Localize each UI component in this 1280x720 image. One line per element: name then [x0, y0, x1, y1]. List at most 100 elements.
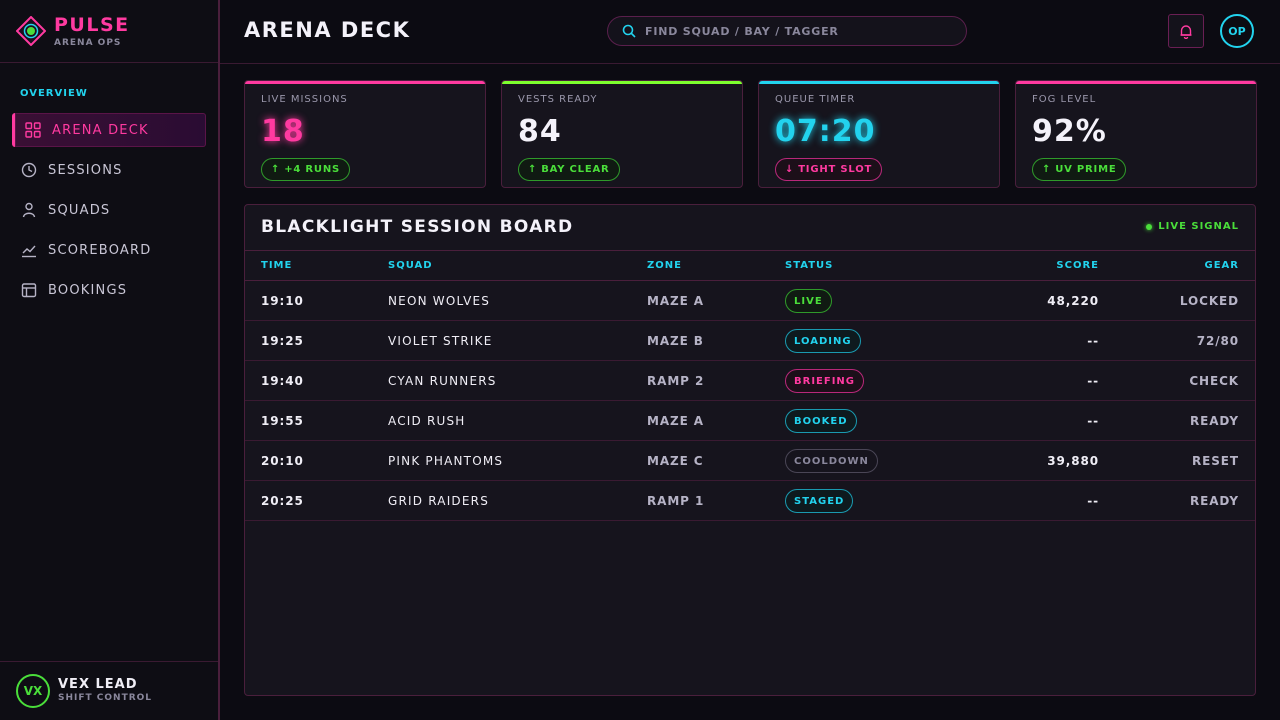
table-row[interactable]: 19:25 VIOLET STRIKE MAZE B LOADING -- 72… — [245, 321, 1255, 361]
live-signal-label: LIVE SIGNAL — [1158, 221, 1239, 232]
stat-card-live-missions: LIVE MISSIONS 18 ↑ +4 RUNS — [244, 80, 486, 188]
grid-icon — [24, 121, 42, 139]
column-header-status[interactable]: STATUS — [785, 260, 833, 271]
cell-score: 48,220 — [1047, 294, 1099, 308]
sidebar-item-sessions[interactable]: SESSIONS — [12, 153, 206, 187]
stat-card-queue-timer: QUEUE TIMER 07:20 ↓ TIGHT SLOT — [758, 80, 1000, 188]
search-icon — [622, 24, 636, 38]
column-header-gear[interactable]: GEAR — [1205, 260, 1239, 271]
cell-zone: RAMP 2 — [647, 374, 705, 388]
stat-label: VESTS READY — [518, 94, 598, 105]
search-bar[interactable] — [607, 16, 967, 46]
card-accent-bar — [245, 81, 485, 84]
cell-gear: RESET — [1192, 454, 1239, 468]
stat-badge: ↓ TIGHT SLOT — [775, 158, 883, 181]
stat-card-fog-level: FOG LEVEL 92% ↑ UV PRIME — [1015, 80, 1257, 188]
cell-squad: ACID RUSH — [388, 414, 466, 428]
notifications-button[interactable] — [1168, 14, 1204, 48]
stat-badge: ↑ BAY CLEAR — [518, 158, 620, 181]
stat-badge-label: UV PRIME — [1055, 164, 1117, 175]
table-row[interactable]: 19:40 CYAN RUNNERS RAMP 2 BRIEFING -- CH… — [245, 361, 1255, 401]
avatar: VX — [16, 674, 50, 708]
pulse-logo-icon — [16, 16, 46, 46]
stat-label: FOG LEVEL — [1032, 94, 1097, 105]
stat-label: QUEUE TIMER — [775, 94, 856, 105]
sidebar-item-bookings[interactable]: BOOKINGS — [12, 273, 206, 307]
brand[interactable]: PULSE ARENA OPS — [16, 14, 206, 50]
stat-label: LIVE MISSIONS — [261, 94, 348, 105]
column-header-score[interactable]: SCORE — [1056, 260, 1099, 271]
stat-badge-label: BAY CLEAR — [541, 164, 610, 175]
column-header-zone[interactable]: ZONE — [647, 260, 682, 271]
stat-badge: ↑ UV PRIME — [1032, 158, 1127, 181]
table-row[interactable]: 20:25 GRID RAIDERS RAMP 1 STAGED -- READ… — [245, 481, 1255, 521]
card-accent-bar — [1016, 81, 1256, 84]
profile-button[interactable]: OP — [1220, 14, 1254, 48]
cell-zone: MAZE C — [647, 454, 704, 468]
stat-value: 07:20 — [775, 114, 876, 149]
table-header: TIME SQUAD ZONE STATUS SCORE GEAR — [245, 251, 1255, 281]
stat-badge-label: +4 RUNS — [284, 164, 340, 175]
table-row[interactable]: 20:10 PINK PHANTOMS MAZE C COOLDOWN 39,8… — [245, 441, 1255, 481]
sidebar-item-scoreboard[interactable]: SCOREBOARD — [12, 233, 206, 267]
top-header: ARENA DECK OP — [220, 0, 1280, 64]
sidebar-item-label: BOOKINGS — [48, 282, 128, 298]
stat-badge-label: TIGHT SLOT — [798, 164, 873, 175]
table-row[interactable]: 19:10 NEON WOLVES MAZE A LIVE 48,220 LOC… — [245, 281, 1255, 321]
arrow-down-icon: ↓ — [785, 164, 795, 175]
cell-score: -- — [1087, 414, 1099, 428]
cell-gear: CHECK — [1189, 374, 1239, 388]
sidebar-item-arena-deck[interactable]: ARENA DECK — [12, 113, 206, 147]
calendar-icon — [20, 281, 38, 299]
sidebar: PULSE ARENA OPS OVERVIEW ARENA DECK SESS… — [0, 0, 220, 720]
sidebar-item-label: ARENA DECK — [52, 122, 149, 138]
cell-zone: RAMP 1 — [647, 494, 705, 508]
status-badge: LIVE — [785, 289, 832, 313]
cell-score: -- — [1087, 334, 1099, 348]
user-profile[interactable]: VX VEX LEAD SHIFT CONTROL — [16, 674, 206, 710]
status-badge: BOOKED — [785, 409, 857, 433]
table-row[interactable]: 19:55 ACID RUSH MAZE A BOOKED -- READY — [245, 401, 1255, 441]
cell-gear: READY — [1189, 494, 1239, 508]
sidebar-divider — [0, 62, 218, 63]
cell-squad: VIOLET STRIKE — [388, 334, 493, 348]
search-input[interactable] — [645, 24, 945, 38]
stat-badge: ↑ +4 RUNS — [261, 158, 350, 181]
cell-time: 19:10 — [261, 294, 304, 308]
person-icon — [20, 201, 38, 219]
cell-zone: MAZE A — [647, 414, 704, 428]
bell-icon — [1180, 25, 1192, 39]
cell-gear: 72/80 — [1196, 334, 1239, 348]
clock-icon — [20, 161, 38, 179]
cell-time: 19:55 — [261, 414, 304, 428]
column-header-time[interactable]: TIME — [261, 260, 292, 271]
stat-value: 18 — [261, 114, 305, 149]
cell-squad: NEON WOLVES — [388, 294, 491, 308]
chart-line-icon — [20, 241, 38, 259]
cell-time: 19:40 — [261, 374, 304, 388]
cell-score: -- — [1087, 494, 1099, 508]
status-badge: BRIEFING — [785, 369, 865, 393]
status-badge: LOADING — [785, 329, 861, 353]
stat-card-vests-ready: VESTS READY 84 ↑ BAY CLEAR — [501, 80, 743, 188]
status-badge: COOLDOWN — [785, 449, 878, 473]
sidebar-item-squads[interactable]: SQUADS — [12, 193, 206, 227]
cell-score: -- — [1087, 374, 1099, 388]
arrow-up-icon: ↑ — [271, 164, 281, 175]
live-dot-icon — [1146, 223, 1153, 230]
brand-subtitle: ARENA OPS — [54, 38, 122, 48]
cell-time: 20:25 — [261, 494, 304, 508]
page-title: ARENA DECK — [244, 18, 411, 42]
stat-value: 84 — [518, 114, 562, 149]
user-role: SHIFT CONTROL — [58, 693, 153, 703]
cell-squad: GRID RAIDERS — [388, 494, 490, 508]
cell-time: 20:10 — [261, 454, 304, 468]
session-board: BLACKLIGHT SESSION BOARD LIVE SIGNAL TIM… — [244, 204, 1256, 696]
cell-score: 39,880 — [1047, 454, 1099, 468]
sidebar-footer-divider — [0, 661, 218, 662]
sidebar-item-label: SQUADS — [48, 202, 111, 218]
arrow-up-icon: ↑ — [1042, 164, 1052, 175]
column-header-squad[interactable]: SQUAD — [388, 260, 433, 271]
user-name: VEX LEAD — [58, 677, 138, 692]
cell-gear: LOCKED — [1179, 294, 1239, 308]
